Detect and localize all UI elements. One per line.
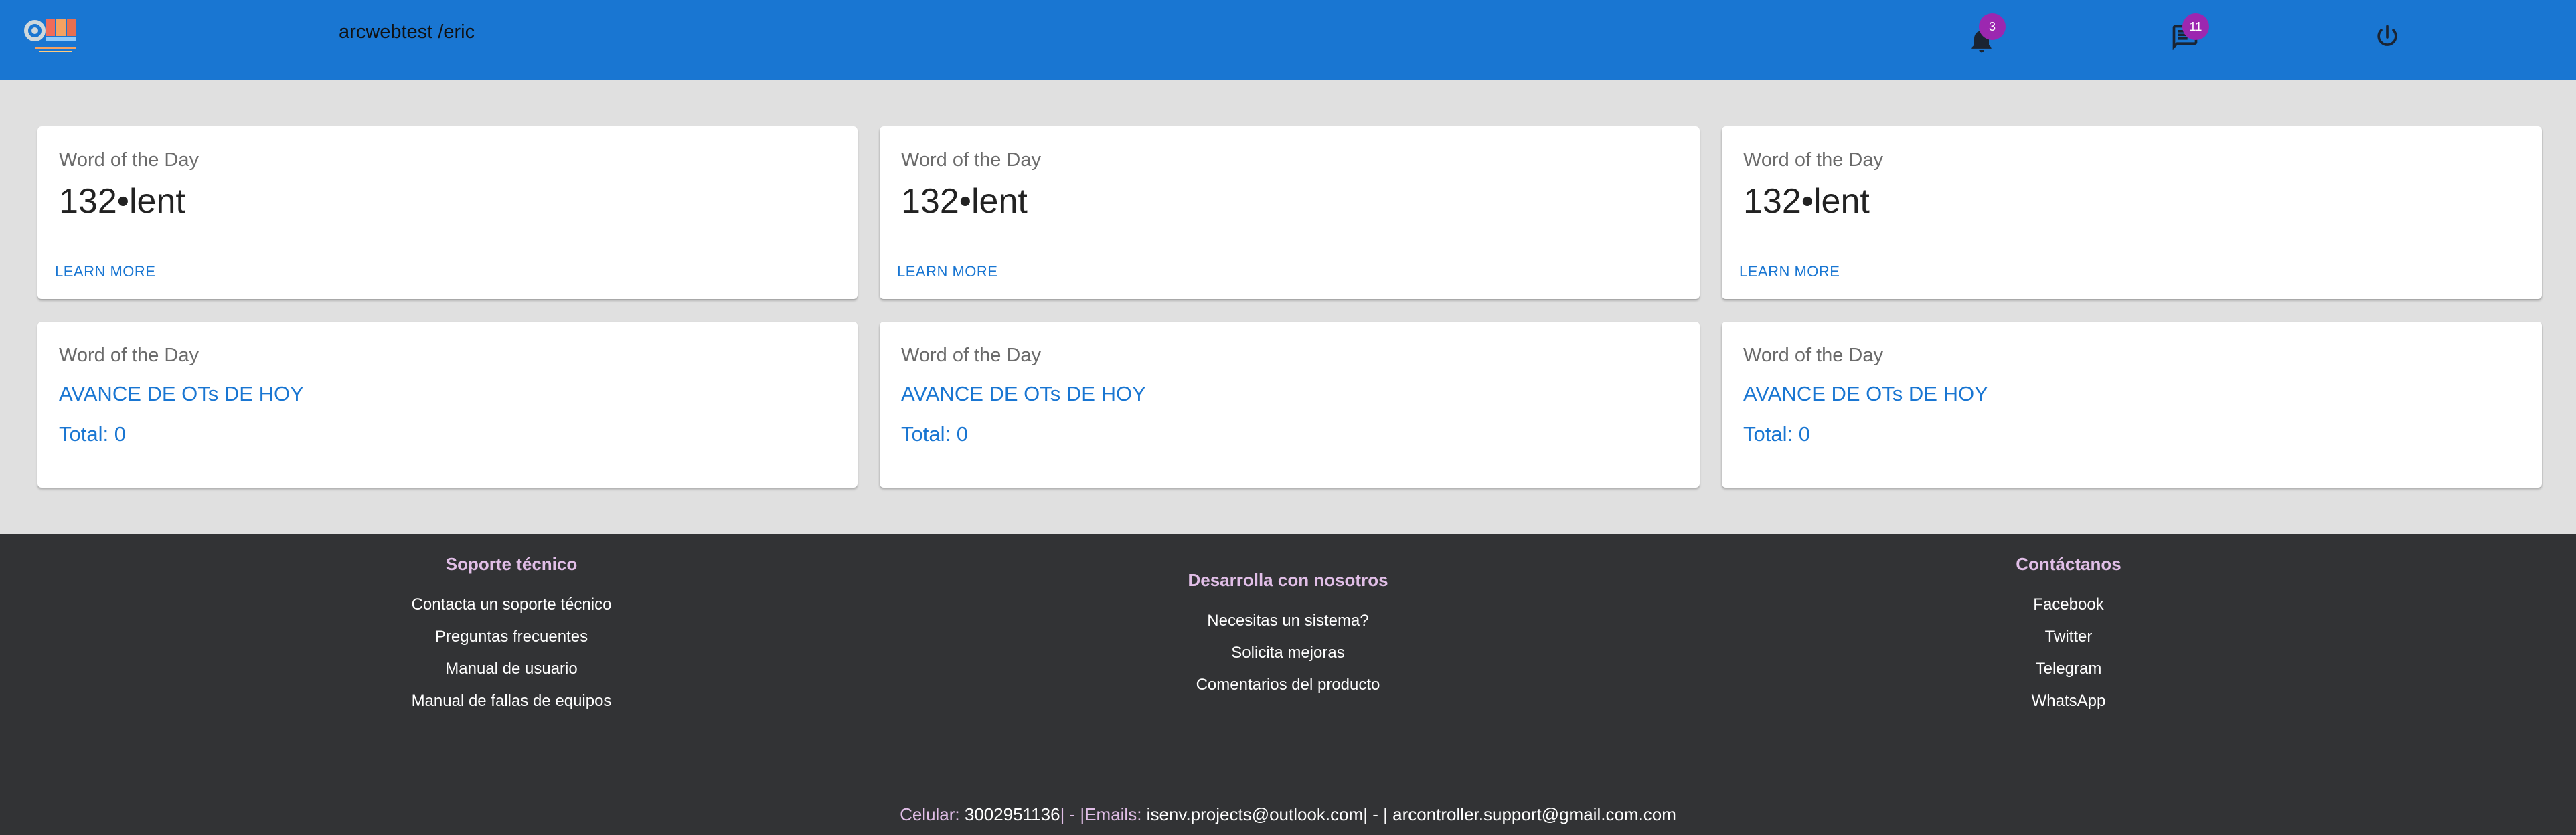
learn-more-link[interactable]: LEARN MORE bbox=[1739, 263, 1840, 280]
card-word: 132•lent bbox=[901, 182, 1028, 221]
card-word: 132•lent bbox=[1743, 182, 1870, 221]
twitter-link[interactable]: Twitter bbox=[1868, 628, 2269, 646]
footer-develop-title: Desarrolla con nosotros bbox=[1188, 570, 1388, 590]
whatsapp-link[interactable]: WhatsApp bbox=[1868, 692, 2269, 711]
card-heading: AVANCE DE OTs DE HOY bbox=[59, 382, 304, 405]
ot-progress-card: Word of the Day AVANCE DE OTs DE HOY Tot… bbox=[880, 322, 1700, 488]
facebook-link[interactable]: Facebook bbox=[1868, 595, 2269, 614]
logout-button[interactable] bbox=[2372, 23, 2402, 52]
footer-link[interactable]: Manual de fallas de equipos bbox=[311, 692, 712, 711]
word-card: Word of the Day 132•lent LEARN MORE bbox=[37, 126, 858, 299]
footer-link[interactable]: Manual de usuario bbox=[311, 660, 712, 678]
footer-support-column: Soporte técnico Contacta un soporte técn… bbox=[311, 554, 712, 741]
footer-contact-title: Contáctanos bbox=[2016, 554, 2121, 574]
messages-badge: 11 bbox=[2182, 13, 2209, 40]
footer-link[interactable]: Necesitas un sistema? bbox=[1087, 612, 1489, 630]
phone-label: Celular: bbox=[900, 804, 960, 824]
top-app-bar: arcwebtest /eric 3 11 bbox=[0, 0, 2576, 80]
footer-develop-column: Desarrolla con nosotros Necesitas un sis… bbox=[1087, 570, 1489, 744]
power-icon bbox=[2377, 25, 2397, 46]
card-label: Word of the Day bbox=[901, 149, 1042, 171]
separator: | - | bbox=[1060, 804, 1085, 824]
telegram-link[interactable]: Telegram bbox=[1868, 660, 2269, 678]
card-total: Total: 0 bbox=[1743, 422, 1810, 446]
emails-label: Emails: bbox=[1084, 804, 1142, 824]
footer-link[interactable]: Solicita mejoras bbox=[1087, 644, 1489, 662]
email-link[interactable]: isenv.projects@outlook.com bbox=[1147, 804, 1364, 824]
email-link[interactable]: arcontroller.support@gmail.com.com bbox=[1392, 804, 1676, 824]
footer-link[interactable]: Contacta un soporte técnico bbox=[311, 595, 712, 614]
word-card: Word of the Day 132•lent LEARN MORE bbox=[880, 126, 1700, 299]
company-logo[interactable] bbox=[21, 13, 80, 58]
ot-progress-card: Word of the Day AVANCE DE OTs DE HOY Tot… bbox=[1722, 322, 2542, 488]
card-heading: AVANCE DE OTs DE HOY bbox=[1743, 382, 1988, 405]
footer-contact-line: Celular: 3002951136| - |Emails: isenv.pr… bbox=[0, 804, 2576, 825]
word-card: Word of the Day 132•lent LEARN MORE bbox=[1722, 126, 2542, 299]
card-heading: AVANCE DE OTs DE HOY bbox=[901, 382, 1146, 405]
card-label: Word of the Day bbox=[1743, 149, 1884, 171]
notifications-badge: 3 bbox=[1979, 13, 2006, 40]
footer-link[interactable]: Preguntas frecuentes bbox=[311, 628, 712, 646]
card-word: 132•lent bbox=[59, 182, 185, 221]
footer-link[interactable]: Comentarios del producto bbox=[1087, 676, 1489, 694]
footer-contact-column: Contáctanos Facebook Twitter Telegram Wh… bbox=[1868, 554, 2269, 741]
card-label: Word of the Day bbox=[59, 149, 199, 171]
ot-progress-card: Word of the Day AVANCE DE OTs DE HOY Tot… bbox=[37, 322, 858, 488]
card-label: Word of the Day bbox=[59, 345, 199, 366]
learn-more-link[interactable]: LEARN MORE bbox=[897, 263, 997, 280]
card-total: Total: 0 bbox=[901, 422, 968, 446]
card-total: Total: 0 bbox=[59, 422, 126, 446]
card-label: Word of the Day bbox=[1743, 345, 1884, 366]
card-label: Word of the Day bbox=[901, 345, 1042, 366]
app-title: arcwebtest /eric bbox=[339, 21, 475, 43]
phone-number: 3002951136 bbox=[964, 804, 1060, 824]
learn-more-link[interactable]: LEARN MORE bbox=[55, 263, 155, 280]
separator: | - | bbox=[1363, 804, 1388, 824]
footer-support-title: Soporte técnico bbox=[445, 554, 578, 574]
footer: Soporte técnico Contacta un soporte técn… bbox=[0, 534, 2576, 835]
